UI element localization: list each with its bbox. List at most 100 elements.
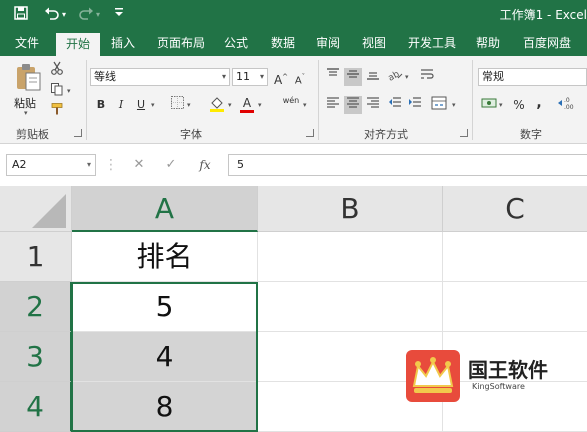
borders-dropdown-icon[interactable]: ▾ [187, 101, 191, 109]
italic-button[interactable]: I [112, 96, 130, 114]
cell-c1[interactable] [443, 232, 587, 282]
column-header-c[interactable]: C [443, 186, 587, 232]
increase-indent-icon[interactable] [406, 96, 424, 114]
copy-dropdown-icon[interactable]: ▾ [67, 87, 71, 95]
title-bar: ▾ ▾ 工作簿1 - Excel [0, 0, 587, 30]
align-top-icon[interactable] [324, 68, 342, 86]
alignment-dialog-launcher-icon[interactable] [460, 129, 468, 137]
redo-dropdown-icon[interactable]: ▾ [96, 6, 100, 24]
font-color-dropdown-icon[interactable]: ▾ [258, 101, 262, 109]
fill-color-icon[interactable] [208, 96, 226, 114]
phonetic-button[interactable]: wén [278, 92, 304, 110]
copy-icon[interactable] [48, 82, 66, 100]
align-center-icon[interactable] [344, 96, 362, 114]
cell-b1[interactable] [258, 232, 443, 282]
font-color-swatch [240, 110, 254, 113]
column-header-a[interactable]: A [72, 186, 258, 232]
number-format-combo[interactable]: 常规 [478, 68, 587, 86]
name-box-dropdown-icon[interactable]: ▾ [87, 155, 91, 175]
tab-review[interactable]: 审阅 [310, 30, 346, 56]
row-header-1[interactable]: 1 [0, 232, 72, 282]
shrink-font-button[interactable]: Aˇ [291, 68, 309, 86]
grow-font-icon: A [273, 73, 283, 87]
borders-icon[interactable] [168, 96, 186, 114]
row-header-4[interactable]: 4 [0, 382, 72, 432]
orientation-icon[interactable]: ab [386, 68, 404, 86]
font-name-combo[interactable]: 等线 ▾ [90, 68, 230, 86]
font-size-value: 11 [236, 70, 250, 83]
percent-button[interactable]: % [510, 96, 528, 114]
cancel-icon[interactable]: ✕ [130, 156, 148, 174]
number-group-label: 数字 [520, 128, 542, 141]
paste-dropdown-icon[interactable]: ▾ [24, 109, 28, 117]
cell-a4[interactable]: 8 [72, 382, 258, 432]
select-all-icon [32, 194, 66, 228]
group-divider [86, 60, 87, 140]
tab-data[interactable]: 数据 [264, 30, 302, 56]
align-left-icon[interactable] [324, 96, 342, 114]
merge-dropdown-icon[interactable]: ▾ [452, 101, 456, 109]
fill-color-dropdown-icon[interactable]: ▾ [228, 101, 232, 109]
cell-a1[interactable]: 排名 [72, 232, 258, 282]
underline-dropdown-icon[interactable]: ▾ [151, 101, 155, 109]
insert-function-button[interactable]: fx [194, 156, 216, 174]
font-size-combo[interactable]: 11 ▾ [232, 68, 268, 86]
clipboard-dialog-launcher-icon[interactable] [74, 129, 82, 137]
tab-formulas[interactable]: 公式 [218, 30, 254, 56]
tab-view[interactable]: 视图 [356, 30, 392, 56]
name-box[interactable]: A2 ▾ [6, 154, 96, 176]
underline-button[interactable]: U [132, 96, 150, 114]
customize-qat-icon[interactable] [114, 6, 124, 24]
row-header-2[interactable]: 2 [0, 282, 72, 332]
font-group-label: 字体 [180, 128, 202, 141]
column-header-b[interactable]: B [258, 186, 443, 232]
formula-bar-grip-icon[interactable]: ⋮ [104, 156, 118, 174]
tab-file[interactable]: 文件 [6, 30, 48, 56]
cell-b2[interactable] [258, 282, 443, 332]
redo-icon[interactable] [78, 6, 94, 24]
tab-insert[interactable]: 插入 [104, 30, 142, 56]
comma-button[interactable]: , [530, 94, 548, 112]
save-icon[interactable] [14, 6, 28, 24]
select-all-button[interactable] [0, 186, 72, 232]
undo-icon[interactable] [44, 6, 60, 24]
align-middle-icon[interactable] [344, 68, 362, 86]
grow-font-button[interactable]: A^ [272, 68, 290, 87]
cell-a2[interactable]: 5 [72, 282, 258, 332]
decrease-indent-icon[interactable] [386, 96, 404, 114]
align-right-icon[interactable] [364, 96, 382, 114]
cell-a3[interactable]: 4 [72, 332, 258, 382]
watermark-name: 国王软件 [468, 358, 548, 382]
tab-developer[interactable]: 开发工具 [402, 30, 462, 56]
tab-home[interactable]: 开始 [56, 33, 100, 56]
font-dialog-launcher-icon[interactable] [306, 129, 314, 137]
bold-button[interactable]: B [92, 96, 110, 114]
watermark-logo: 国王软件 KingSoftware [406, 350, 576, 402]
shrink-font-icon: A [294, 75, 302, 87]
tab-help[interactable]: 帮助 [470, 30, 506, 56]
formula-input[interactable]: 5 [228, 154, 587, 176]
undo-dropdown-icon[interactable]: ▾ [62, 6, 66, 24]
font-name-value: 等线 [94, 70, 116, 83]
phonetic-dropdown-icon[interactable]: ▾ [303, 101, 307, 109]
row-header-3[interactable]: 3 [0, 332, 72, 382]
cell-c2[interactable] [443, 282, 587, 332]
font-name-dropdown-icon[interactable]: ▾ [222, 69, 226, 85]
orientation-dropdown-icon[interactable]: ▾ [405, 73, 409, 81]
enter-icon[interactable]: ✓ [162, 156, 180, 174]
align-bottom-icon[interactable] [364, 68, 382, 86]
font-color-button[interactable]: A [238, 94, 256, 113]
accounting-dropdown-icon[interactable]: ▾ [499, 101, 503, 109]
merge-center-icon[interactable] [430, 96, 448, 114]
increase-decimal-icon[interactable]: .0.00 [556, 96, 584, 114]
tab-baidu-netdisk[interactable]: 百度网盘 [514, 30, 580, 56]
tab-page-layout[interactable]: 页面布局 [150, 30, 212, 56]
group-divider [472, 60, 473, 140]
ribbon: 粘贴 ▾ ▾ 剪贴板 等线 ▾ 11 ▾ A^ Aˇ B I U ▾ ▾ ▾ A… [0, 56, 587, 144]
accounting-format-icon[interactable] [480, 96, 498, 114]
paste-button[interactable]: 粘贴 ▾ [10, 60, 46, 117]
cut-icon[interactable] [48, 61, 66, 79]
format-painter-icon[interactable] [48, 102, 66, 120]
font-size-dropdown-icon[interactable]: ▾ [260, 69, 264, 85]
wrap-text-icon[interactable] [418, 68, 436, 86]
